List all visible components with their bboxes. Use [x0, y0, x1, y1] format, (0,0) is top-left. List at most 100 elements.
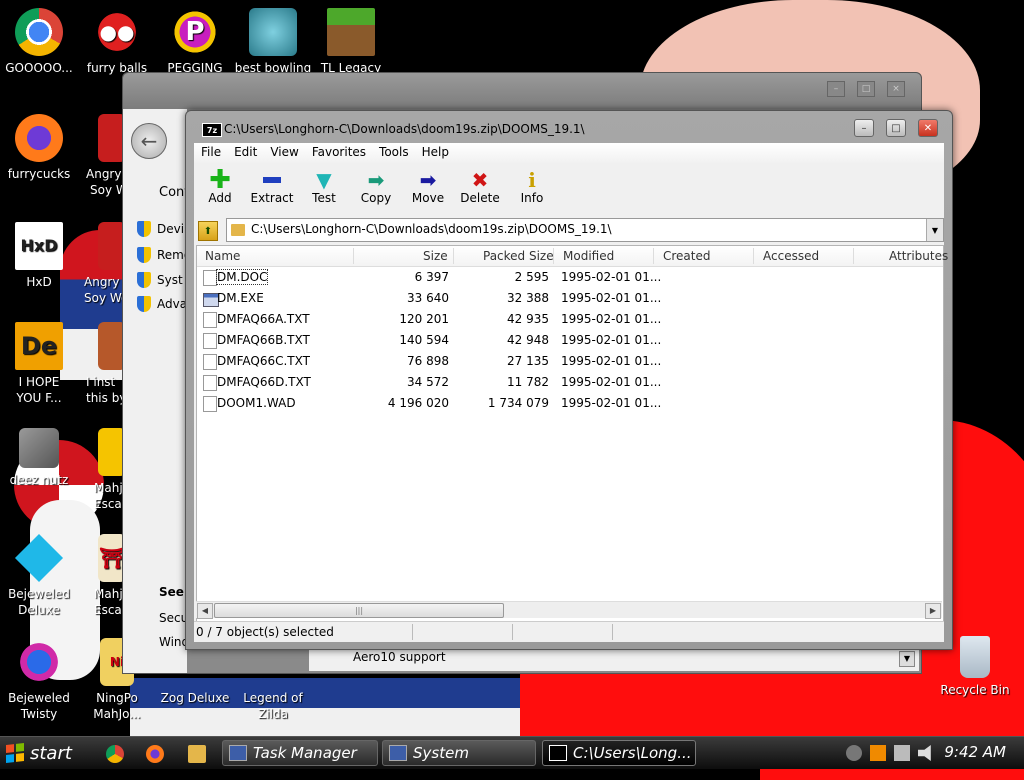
desktop-icon-furrycucks[interactable]: furrycucks — [0, 114, 78, 182]
explorer-icon[interactable] — [188, 745, 206, 763]
table-row[interactable]: DM.DOC 6 397 2 595 1995-02-01 01... — [197, 267, 943, 288]
close-button[interactable]: ✕ — [918, 119, 938, 137]
7zip-app-icon: 7z — [202, 123, 222, 137]
maximize-button[interactable]: □ — [857, 81, 875, 97]
menu-view[interactable]: View — [263, 143, 304, 163]
toolbar-label: Copy — [360, 191, 392, 205]
horizontal-scrollbar[interactable]: ◀ ||| ▶ — [196, 601, 942, 619]
minimize-button[interactable]: – — [827, 81, 845, 97]
desktop-icon-label-line2: this by — [86, 391, 127, 405]
table-row[interactable]: DOOM1.WAD 4 196 020 1 734 079 1995-02-01… — [197, 393, 943, 414]
scroll-right-button[interactable]: ▶ — [925, 603, 941, 619]
file-size: 140 594 — [399, 333, 449, 347]
menu-help[interactable]: Help — [415, 143, 455, 163]
desktop-icon-angry-soy-2[interactable]: Angry I Soy Wo — [72, 222, 128, 306]
7zip-window[interactable]: 7z C:\Users\Longhorn-C\Downloads\doom19s… — [185, 110, 953, 650]
desktop-icon-label: Zog Deluxe — [160, 691, 230, 705]
file-name: DM.DOC — [215, 269, 269, 285]
pegging-icon: P — [171, 8, 219, 56]
taskbar-button-task-manager[interactable]: Task Manager — [222, 740, 378, 766]
scroll-down-button[interactable]: ▼ — [899, 651, 915, 667]
chrome-icon[interactable] — [106, 745, 124, 763]
desktop-icon-furry-balls[interactable]: ●● furry balls — [78, 8, 156, 76]
desktop-icon-chrome[interactable]: GOOOOO... — [0, 8, 78, 76]
info-button[interactable]: i Info — [506, 165, 558, 215]
table-row[interactable]: DM.EXE 33 640 32 388 1995-02-01 01... — [197, 288, 943, 309]
menu-favorites[interactable]: Favorites — [305, 143, 372, 163]
furry-balls-icon: ●● — [93, 8, 141, 56]
maximize-button[interactable]: □ — [886, 119, 906, 137]
column-header-modified[interactable]: Modified — [563, 249, 614, 263]
table-row[interactable]: DMFAQ66A.TXT 120 201 42 935 1995-02-01 0… — [197, 309, 943, 330]
sidebar-item-advanced[interactable]: Adva — [137, 296, 187, 312]
volume-icon[interactable] — [918, 745, 931, 761]
taskbar-button-7zip[interactable]: C:\Users\Long... — [542, 740, 696, 766]
desktop-icon-label: NingPo — [96, 691, 138, 705]
desktop-icon-mahj-2[interactable]: ⛩ Mahj Esca — [72, 534, 128, 618]
move-button[interactable]: ➡ Move — [402, 165, 454, 215]
test-button[interactable]: ▼ Test — [298, 165, 350, 215]
desktop-icon-best-bowling[interactable]: best bowling — [234, 8, 312, 76]
desktop-icon-angry-soy-1[interactable]: Angry I Soy W — [72, 114, 128, 198]
column-header-attributes[interactable]: Attributes — [889, 249, 948, 263]
sidebar-item-system-protection[interactable]: Syst — [137, 272, 183, 288]
file-list[interactable]: Name Size Packed Size Modified Created A… — [196, 245, 948, 633]
system-window-titlebar[interactable]: – □ × — [123, 73, 921, 109]
file-size: 33 640 — [407, 291, 449, 305]
copy-button[interactable]: ➡ Copy — [350, 165, 402, 215]
7zip-titlebar[interactable]: 7z C:\Users\Longhorn-C\Downloads\doom19s… — [186, 111, 952, 143]
file-size: 6 397 — [414, 270, 449, 284]
network-icon[interactable] — [894, 745, 910, 761]
table-row[interactable]: DMFAQ66D.TXT 34 572 11 782 1995-02-01 01… — [197, 372, 943, 393]
desktop-icon-deez-nutz[interactable]: deez nutz — [0, 428, 78, 488]
chrome-icon — [15, 8, 63, 56]
up-folder-icon[interactable]: ⬆ — [198, 221, 218, 241]
path-dropdown-button[interactable]: ▼ — [926, 219, 943, 241]
status-bar: 0 / 7 object(s) selected — [194, 621, 944, 642]
close-button[interactable]: × — [887, 81, 905, 97]
path-input[interactable]: C:\Users\Longhorn-C\Downloads\doom19s.zi… — [226, 218, 944, 242]
file-name: DOOM1.WAD — [217, 396, 296, 410]
desktop-icon-pegging[interactable]: P PEGGING — [156, 8, 234, 76]
desktop-icon-mahj-1[interactable]: Mahj Esca — [72, 428, 128, 512]
desktop-icon-tl-legacy[interactable]: TL Legacy — [312, 8, 390, 76]
extract-button[interactable]: Extract — [246, 165, 298, 215]
taskbar-button-system[interactable]: System — [382, 740, 536, 766]
show-hidden-icons-chevron-icon[interactable] — [846, 745, 862, 761]
column-header-size[interactable]: Size — [423, 249, 448, 263]
add-button[interactable]: ✚ Add — [194, 165, 246, 215]
file-size: 120 201 — [399, 312, 449, 326]
start-button[interactable]: start — [2, 739, 88, 767]
security-link[interactable]: Secu — [159, 611, 188, 625]
path-text[interactable]: C:\Users\Longhorn-C\Downloads\doom19s.zi… — [251, 222, 612, 236]
sidebar-item-remote[interactable]: Remo — [137, 247, 191, 263]
scrollbar-thumb[interactable]: ||| — [214, 603, 504, 618]
scroll-left-button[interactable]: ◀ — [197, 603, 213, 619]
desktop-icon-label-line2: Zilda — [258, 707, 288, 721]
table-row[interactable]: DMFAQ66C.TXT 76 898 27 135 1995-02-01 01… — [197, 351, 943, 372]
desktop-icon-bejeweled-deluxe[interactable]: Bejeweled Deluxe — [0, 533, 78, 618]
desktop-icon-i-hope[interactable]: De I HOPE YOU F... — [0, 322, 78, 406]
menu-edit[interactable]: Edit — [227, 143, 263, 163]
clock[interactable]: 9:42 AM — [944, 743, 1006, 761]
toolbar-label: Extract — [250, 191, 294, 205]
file-packed-size: 42 948 — [507, 333, 549, 347]
menu-tools[interactable]: Tools — [372, 143, 415, 163]
minimize-button[interactable]: – — [854, 119, 874, 137]
delete-button[interactable]: ✖ Delete — [454, 165, 506, 215]
menu-file[interactable]: File — [194, 143, 227, 163]
shield-icon — [137, 296, 151, 312]
app-tray-icon[interactable] — [870, 745, 886, 761]
column-header-name[interactable]: Name — [205, 249, 240, 263]
table-row[interactable]: DMFAQ66B.TXT 140 594 42 948 1995-02-01 0… — [197, 330, 943, 351]
column-header-packed-size[interactable]: Packed Size — [483, 249, 554, 263]
bejeweled-gem-icon — [14, 533, 64, 583]
desktop-icon-bejeweled-twisty[interactable]: Bejeweled Twisty — [0, 638, 78, 722]
sidebar-item-device-manager[interactable]: Devi — [137, 221, 184, 237]
column-header-created[interactable]: Created — [663, 249, 711, 263]
column-header-accessed[interactable]: Accessed — [763, 249, 819, 263]
desktop-icon-hxd[interactable]: HxD HxD — [0, 222, 78, 290]
desktop-icon-i-inst[interactable]: I inst this by — [72, 322, 128, 406]
back-arrow-icon[interactable]: ← — [131, 123, 167, 159]
firefox-icon[interactable] — [146, 745, 164, 763]
